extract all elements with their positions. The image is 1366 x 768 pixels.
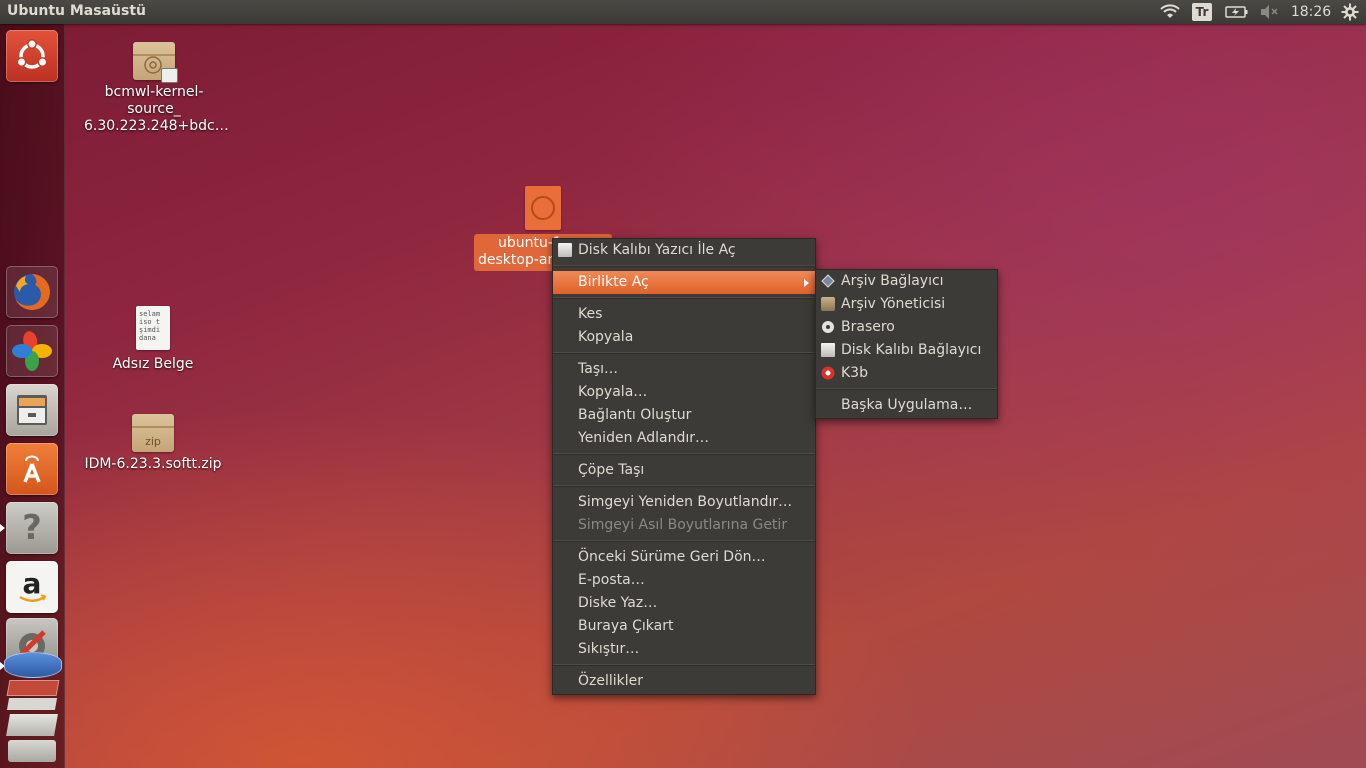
menu-item-open-with-disk-image-writer[interactable]: Disk Kalıbı Yazıcı İle Aç — [553, 239, 815, 262]
desktop-icon-bcmwl-deb[interactable]: bcmwl-kernel- source_ 6.30.223.248+bdc… — [84, 42, 229, 135]
archive-mounter-icon — [821, 274, 835, 288]
menu-item-email[interactable]: E-posta… — [553, 569, 815, 592]
file-cabinet-icon — [17, 395, 47, 425]
menu-separator — [553, 540, 815, 542]
menu-item-make-link[interactable]: Bağlantı Oluştur — [553, 404, 815, 427]
question-icon: ? — [22, 508, 42, 548]
disk-image-mounter-icon — [821, 343, 835, 357]
menu-item-open-with[interactable]: Birlikte Aç — [553, 271, 815, 294]
gear-icon[interactable] — [1338, 0, 1362, 24]
menu-item-resize-icon[interactable]: Simgeyi Yeniden Boyutlandır… — [553, 491, 815, 514]
desktop-icon-text-document[interactable]: selam iso t şimdi dana Adsız Belge — [96, 306, 210, 373]
submenu-item-archive-manager[interactable]: Arşiv Yöneticisi — [816, 293, 997, 316]
archive-manager-icon — [821, 297, 835, 311]
menu-item-burn-to-disc[interactable]: Diske Yaz… — [553, 592, 815, 615]
launcher-stacked-item[interactable] — [8, 740, 56, 762]
menu-item-move-to[interactable]: Taşı… — [553, 358, 815, 381]
menu-separator — [553, 664, 815, 666]
top-panel: Ubuntu Masaüstü Tr 18:26 — [0, 0, 1366, 24]
menu-item-compress[interactable]: Sıkıştır… — [553, 638, 815, 661]
menu-separator — [553, 265, 815, 267]
launcher-crossover[interactable] — [6, 325, 58, 377]
submenu-item-other-application[interactable]: Başka Uygulama… — [816, 394, 997, 417]
launcher-k3b[interactable] — [6, 714, 58, 736]
firefox-icon — [14, 274, 50, 310]
lock-icon — [161, 68, 178, 83]
menu-separator — [553, 352, 815, 354]
text-document-icon: selam iso t şimdi dana — [136, 306, 170, 350]
launcher-stacked-item[interactable] — [6, 698, 58, 710]
menu-item-cut[interactable]: Kes — [553, 303, 815, 326]
context-menu: Disk Kalıbı Yazıcı İle Aç Birlikte Aç Ke… — [552, 238, 816, 695]
submenu-item-archive-mounter[interactable]: Arşiv Bağlayıcı — [816, 270, 997, 293]
open-with-submenu: Arşiv Bağlayıcı Arşiv Yöneticisi Brasero… — [815, 269, 998, 419]
clover-icon — [12, 331, 52, 371]
wifi-icon[interactable] — [1158, 0, 1182, 24]
launcher-stacked-item[interactable] — [6, 680, 60, 696]
svg-text:a: a — [23, 567, 42, 600]
menu-separator — [553, 297, 815, 299]
keyboard-layout-indicator[interactable]: Tr — [1190, 0, 1214, 24]
battery-icon[interactable] — [1224, 0, 1250, 24]
menu-item-copy-to[interactable]: Kopyala… — [553, 381, 815, 404]
launcher-brasero[interactable] — [4, 652, 62, 678]
submenu-item-disk-image-mounter[interactable]: Disk Kalıbı Bağlayıcı — [816, 339, 997, 362]
volume-muted-icon[interactable] — [1257, 0, 1281, 24]
menu-item-copy[interactable]: Kopyala — [553, 326, 815, 349]
launcher-help[interactable]: ? — [6, 502, 58, 554]
desktop-icon-iso-image[interactable] — [524, 186, 562, 230]
package-icon — [133, 42, 178, 83]
submenu-item-brasero[interactable]: Brasero — [816, 316, 997, 339]
panel-title: Ubuntu Masaüstü — [7, 3, 146, 19]
launcher: ? a — [0, 24, 65, 768]
menu-item-restore-icon-size: Simgeyi Asıl Boyutlarına Getir — [578, 517, 788, 533]
launcher-software-center[interactable] — [6, 443, 58, 495]
shopping-bag-icon — [23, 455, 41, 483]
menu-item-extract-here[interactable]: Buraya Çıkart — [553, 615, 815, 638]
desktop-icon-zip-archive[interactable]: zip IDM-6.23.3.softt.zip — [82, 414, 224, 473]
brasero-icon — [822, 321, 834, 333]
amazon-icon: a — [19, 567, 47, 602]
menu-separator — [816, 388, 997, 390]
menu-item-move-to-trash[interactable]: Çöpe Taşı — [553, 459, 815, 482]
submenu-item-k3b[interactable]: K3b — [816, 362, 997, 385]
launcher-firefox[interactable] — [6, 266, 58, 318]
menu-separator — [553, 453, 815, 455]
zip-archive-icon: zip — [132, 414, 174, 452]
k3b-icon — [821, 366, 835, 380]
active-app-indicator — [0, 524, 5, 532]
menu-separator — [553, 485, 815, 487]
launcher-amazon[interactable]: a — [6, 561, 58, 613]
disk-image-writer-icon — [558, 243, 572, 257]
menu-item-rename[interactable]: Yeniden Adlandır… — [553, 427, 815, 450]
ubuntu-logo-icon — [16, 39, 48, 69]
menu-item-revert-previous-version[interactable]: Önceki Sürüme Geri Dön… — [553, 546, 815, 569]
disc-image-icon — [525, 186, 561, 230]
launcher-dash-home[interactable] — [6, 30, 58, 82]
submenu-arrow-icon — [804, 279, 809, 287]
launcher-files[interactable] — [6, 384, 58, 436]
clock[interactable]: 18:26 — [1290, 0, 1332, 24]
menu-item-properties[interactable]: Özellikler — [553, 670, 815, 693]
